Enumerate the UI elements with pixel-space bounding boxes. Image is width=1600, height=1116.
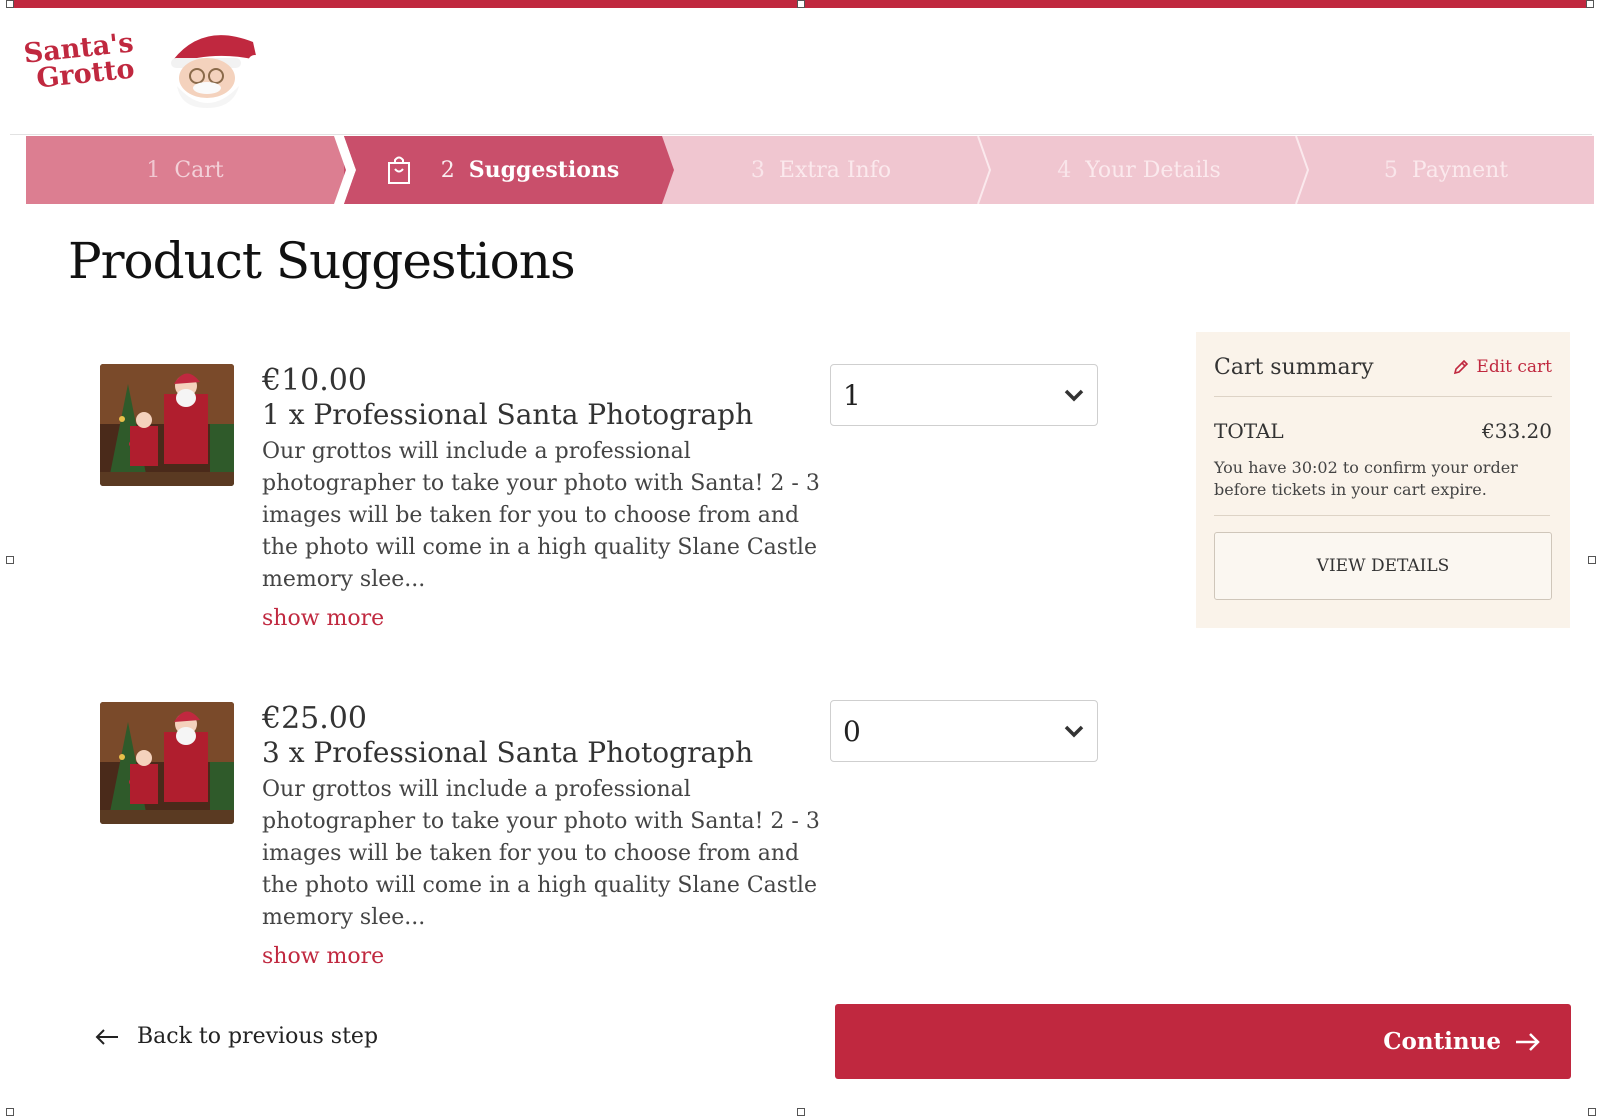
cart-expiry-notice: You have 30:02 to confirm your order bef… — [1214, 457, 1550, 516]
step-number: 1 — [146, 157, 161, 183]
cart-summary-title: Cart summary — [1214, 354, 1374, 380]
product-price: €25.00 — [262, 701, 367, 736]
continue-button[interactable]: Continue — [835, 1004, 1571, 1079]
resize-handle[interactable] — [6, 0, 14, 8]
product-name: 1 x Professional Santa Photograph — [262, 398, 754, 431]
product-thumbnail[interactable] — [100, 702, 234, 824]
resize-handle[interactable] — [1588, 556, 1596, 564]
step-label: Extra Info — [778, 157, 892, 183]
resize-handle[interactable] — [6, 556, 14, 564]
step-label: Suggestions — [468, 157, 620, 183]
step-number: 2 — [440, 157, 455, 183]
logo-text: Santa's Grotto — [22, 27, 138, 95]
checkout-stepper: 1 Cart 2 Suggestions 3 Extra Info 4 Your… — [26, 136, 1594, 204]
product-info: €25.00 3 x Professional Santa Photograph… — [262, 701, 822, 970]
step-separator-chevron — [652, 136, 674, 204]
total-label: TOTAL — [1214, 419, 1284, 443]
step-number: 5 — [1383, 157, 1398, 183]
header-divider — [10, 134, 1592, 135]
total-value: €33.20 — [1482, 419, 1552, 443]
chevron-down-icon — [1064, 389, 1084, 402]
shopping-bag-icon — [387, 156, 410, 184]
pencil-icon — [1454, 359, 1469, 375]
logo-text-line2: Grotto — [34, 53, 136, 95]
step-your-details[interactable]: 4 Your Details — [980, 136, 1298, 204]
edit-cart-label: Edit cart — [1476, 357, 1552, 377]
quantity-value: 0 — [843, 714, 861, 748]
product-description: Our grottos will include a professional … — [262, 777, 820, 930]
product-price: €10.00 — [262, 363, 367, 398]
cart-summary-header: Cart summary Edit cart — [1214, 350, 1552, 397]
product-thumbnail[interactable] — [100, 364, 234, 486]
back-label: Back to previous step — [137, 1024, 379, 1049]
step-payment[interactable]: 5 Payment — [1298, 136, 1594, 204]
arrow-right-icon — [1516, 1032, 1540, 1051]
step-number: 3 — [750, 157, 765, 183]
step-label: Cart — [174, 157, 224, 183]
santa-face-icon — [171, 35, 261, 108]
page-title: Product Suggestions — [68, 232, 576, 290]
arrow-left-icon — [95, 1028, 118, 1045]
resize-handle[interactable] — [797, 0, 805, 8]
step-label: Payment — [1411, 157, 1509, 183]
step-label: Your Details — [1085, 157, 1221, 183]
quantity-value: 1 — [843, 378, 861, 412]
step-separator-chevron — [977, 136, 992, 204]
product-name: 3 x Professional Santa Photograph — [262, 736, 754, 769]
back-to-previous-step-link[interactable]: Back to previous step — [95, 1024, 378, 1049]
continue-label: Continue — [1383, 1028, 1501, 1055]
step-extra-info[interactable]: 3 Extra Info — [662, 136, 980, 204]
step-separator-chevron — [1295, 136, 1310, 204]
show-more-link[interactable]: show more — [262, 944, 822, 969]
product-description: Our grottos will include a professional … — [262, 439, 820, 592]
resize-handle[interactable] — [1586, 0, 1594, 8]
step-number: 4 — [1057, 157, 1072, 183]
quantity-select[interactable]: 1 — [830, 364, 1098, 426]
show-more-link[interactable]: show more — [262, 606, 822, 631]
santas-grotto-logo[interactable]: Santa's Grotto — [22, 27, 261, 108]
chevron-down-icon — [1064, 725, 1084, 738]
cart-total-row: TOTAL €33.20 — [1214, 419, 1552, 443]
product-info: €10.00 1 x Professional Santa Photograph… — [262, 363, 822, 632]
quantity-select[interactable]: 0 — [830, 700, 1098, 762]
step-separator-chevron — [334, 136, 356, 204]
cart-summary-panel: Cart summary Edit cart TOTAL €33.20 You … — [1196, 332, 1570, 628]
step-cart[interactable]: 1 Cart — [26, 136, 344, 204]
step-suggestions[interactable]: 2 Suggestions — [344, 136, 662, 204]
view-details-button[interactable]: VIEW DETAILS — [1214, 532, 1552, 600]
edit-cart-link[interactable]: Edit cart — [1452, 357, 1552, 377]
